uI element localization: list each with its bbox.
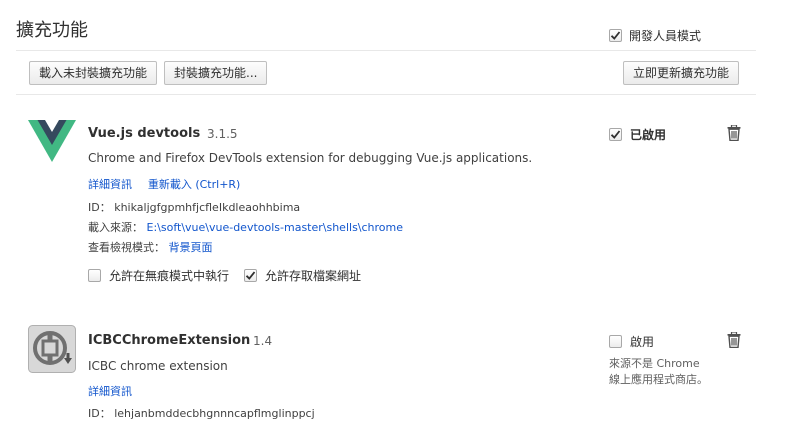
details-link[interactable]: 詳細資訊 — [88, 178, 132, 191]
load-unpacked-button[interactable]: 載入未封裝擴充功能 — [29, 61, 158, 85]
extension-version: 1.4 — [253, 334, 273, 348]
id-value: khikaljgfgpmhfjcfleIkdleaohhbima — [114, 201, 301, 214]
enable-label: 已啟用 — [630, 128, 667, 142]
extension-description: ICBC chrome extension — [88, 359, 228, 373]
enable-checkbox[interactable] — [609, 128, 622, 141]
allow-incognito-label: 允許在無痕模式中執行 — [109, 269, 230, 283]
toolbar-divider — [16, 94, 756, 95]
vue-logo-icon — [28, 120, 76, 162]
extension-id-row: ID： lehjanbmddecbhgnnncapflmglinppcj — [88, 405, 315, 421]
page-title: 擴充功能 — [16, 20, 88, 41]
allow-file-urls-option[interactable]: 允許存取檔案網址 — [244, 267, 361, 284]
extension-name: ICBCChromeExtension — [88, 333, 251, 348]
pack-extension-button[interactable]: 封裝擴充功能... — [164, 61, 268, 85]
source-path-link[interactable]: E:\soft\vue\vue-devtools-master\shells\c… — [147, 221, 404, 234]
allow-file-urls-label: 允許存取檔案網址 — [265, 269, 362, 283]
developer-mode-checkbox[interactable] — [609, 29, 622, 42]
id-value: lehjanbmddecbhgnnncapflmglinppcj — [114, 407, 315, 420]
extension-description: Chrome and Firefox DevTools extension fo… — [88, 151, 533, 165]
checkmark-icon — [610, 31, 621, 40]
extension-version: 3.1.5 — [207, 127, 238, 141]
developer-mode-toggle[interactable]: 開發人員模式 — [609, 27, 701, 44]
icbc-logo-icon — [28, 325, 76, 373]
details-link[interactable]: 詳細資訊 — [88, 385, 132, 398]
allow-file-urls-checkbox[interactable] — [244, 269, 257, 282]
update-extensions-button[interactable]: 立即更新擴充功能 — [623, 61, 740, 85]
source-label: 載入來源： — [88, 221, 143, 234]
load-source-row: 載入來源： E:\soft\vue\vue-devtools-master\sh… — [88, 219, 403, 235]
source-warning-note: 來源不是 Chrome 線上應用程式商店。 — [609, 357, 708, 386]
enable-checkbox[interactable] — [609, 335, 622, 348]
allow-incognito-option[interactable]: 允許在無痕模式中執行 — [88, 267, 229, 284]
extension-name: Vue.js devtools — [88, 126, 201, 141]
trash-icon[interactable] — [727, 125, 741, 141]
extension-id-row: ID： khikaljgfgpmhfjcfleIkdleaohhbima — [88, 199, 300, 215]
enable-toggle[interactable]: 啟用 — [609, 333, 654, 350]
developer-mode-label: 開發人員模式 — [629, 29, 702, 43]
reload-link[interactable]: 重新載入 (Ctrl+R) — [148, 178, 241, 191]
trash-icon[interactable] — [727, 332, 741, 348]
inspect-views-row: 查看檢視模式： 背景頁面 — [88, 239, 213, 255]
checkmark-icon — [610, 130, 621, 139]
allow-incognito-checkbox[interactable] — [88, 269, 101, 282]
enable-toggle[interactable]: 已啟用 — [609, 126, 666, 143]
background-page-link[interactable]: 背景頁面 — [169, 241, 213, 254]
header-divider — [16, 50, 756, 51]
id-label: ID： — [88, 407, 111, 420]
id-label: ID： — [88, 201, 111, 214]
inspect-views-label: 查看檢視模式： — [88, 241, 165, 254]
checkmark-icon — [245, 271, 256, 280]
enable-label: 啟用 — [630, 335, 655, 349]
